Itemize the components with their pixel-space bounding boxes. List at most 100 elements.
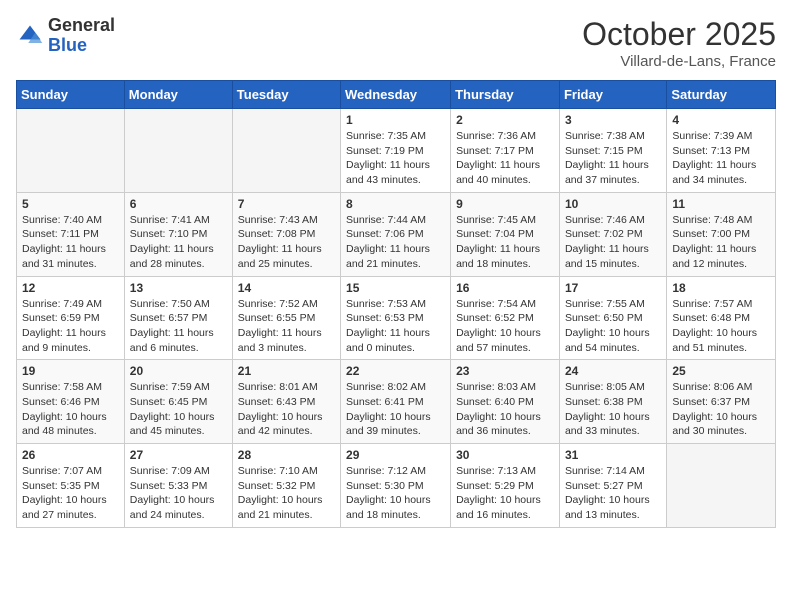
weekday-header-sunday: Sunday (17, 81, 125, 109)
calendar-cell: 25 Sunrise: 8:06 AM Sunset: 6:37 PM Dayli… (667, 360, 776, 444)
calendar-cell: 28 Sunrise: 7:10 AM Sunset: 5:32 PM Dayli… (232, 444, 340, 528)
day-info: Sunrise: 7:40 AM Sunset: 7:11 PM Dayligh… (22, 213, 119, 272)
day-number: 12 (22, 281, 119, 295)
day-info: Sunrise: 7:50 AM Sunset: 6:57 PM Dayligh… (130, 297, 227, 356)
weekday-header-row: SundayMondayTuesdayWednesdayThursdayFrid… (17, 81, 776, 109)
day-number: 21 (238, 364, 335, 378)
day-info: Sunrise: 7:43 AM Sunset: 7:08 PM Dayligh… (238, 213, 335, 272)
day-number: 9 (456, 197, 554, 211)
calendar-cell: 1 Sunrise: 7:35 AM Sunset: 7:19 PM Daylig… (341, 109, 451, 193)
day-info: Sunrise: 8:03 AM Sunset: 6:40 PM Dayligh… (456, 380, 554, 439)
logo-general-text: General (48, 16, 115, 36)
day-info: Sunrise: 7:14 AM Sunset: 5:27 PM Dayligh… (565, 464, 661, 523)
calendar-cell: 23Sunrise: 8:03 AM Sunset: 6:40 PM Dayli… (451, 360, 560, 444)
calendar-cell (667, 444, 776, 528)
day-info: Sunrise: 7:09 AM Sunset: 5:33 PM Dayligh… (130, 464, 227, 523)
weekday-header-monday: Monday (124, 81, 232, 109)
calendar-cell: 4 Sunrise: 7:39 AM Sunset: 7:13 PM Daylig… (667, 109, 776, 193)
day-number: 5 (22, 197, 119, 211)
weekday-header-saturday: Saturday (667, 81, 776, 109)
day-info: Sunrise: 7:35 AM Sunset: 7:19 PM Dayligh… (346, 129, 445, 188)
day-info: Sunrise: 7:58 AM Sunset: 6:46 PM Dayligh… (22, 380, 119, 439)
day-number: 27 (130, 448, 227, 462)
day-info: Sunrise: 7:55 AM Sunset: 6:50 PM Dayligh… (565, 297, 661, 356)
day-number: 2 (456, 113, 554, 127)
day-number: 25 (672, 364, 770, 378)
calendar-cell: 10Sunrise: 7:46 AM Sunset: 7:02 PM Dayli… (559, 192, 666, 276)
day-info: Sunrise: 7:52 AM Sunset: 6:55 PM Dayligh… (238, 297, 335, 356)
logo-icon (16, 22, 44, 50)
day-number: 24 (565, 364, 661, 378)
day-info: Sunrise: 7:49 AM Sunset: 6:59 PM Dayligh… (22, 297, 119, 356)
day-info: Sunrise: 7:13 AM Sunset: 5:29 PM Dayligh… (456, 464, 554, 523)
calendar-cell: 11 Sunrise: 7:48 AM Sunset: 7:00 PM Dayli… (667, 192, 776, 276)
calendar-cell: 29Sunrise: 7:12 AM Sunset: 5:30 PM Dayli… (341, 444, 451, 528)
day-info: Sunrise: 7:45 AM Sunset: 7:04 PM Dayligh… (456, 213, 554, 272)
day-number: 22 (346, 364, 445, 378)
month-title: October 2025 (582, 16, 776, 53)
weekday-header-wednesday: Wednesday (341, 81, 451, 109)
calendar-cell: 21 Sunrise: 8:01 AM Sunset: 6:43 PM Dayli… (232, 360, 340, 444)
calendar-cell: 12 Sunrise: 7:49 AM Sunset: 6:59 PM Dayli… (17, 276, 125, 360)
calendar-cell: 17 Sunrise: 7:55 AM Sunset: 6:50 PM Dayli… (559, 276, 666, 360)
day-number: 30 (456, 448, 554, 462)
day-number: 8 (346, 197, 445, 211)
calendar-cell: 13 Sunrise: 7:50 AM Sunset: 6:57 PM Dayli… (124, 276, 232, 360)
calendar-cell: 8Sunrise: 7:44 AM Sunset: 7:06 PM Daylig… (341, 192, 451, 276)
day-info: Sunrise: 7:39 AM Sunset: 7:13 PM Dayligh… (672, 129, 770, 188)
day-info: Sunrise: 8:05 AM Sunset: 6:38 PM Dayligh… (565, 380, 661, 439)
day-info: Sunrise: 8:06 AM Sunset: 6:37 PM Dayligh… (672, 380, 770, 439)
calendar-cell: 6 Sunrise: 7:41 AM Sunset: 7:10 PM Daylig… (124, 192, 232, 276)
day-info: Sunrise: 7:10 AM Sunset: 5:32 PM Dayligh… (238, 464, 335, 523)
day-info: Sunrise: 7:36 AM Sunset: 7:17 PM Dayligh… (456, 129, 554, 188)
calendar-cell: 31 Sunrise: 7:14 AM Sunset: 5:27 PM Dayli… (559, 444, 666, 528)
weekday-header-friday: Friday (559, 81, 666, 109)
day-number: 17 (565, 281, 661, 295)
calendar-cell: 5 Sunrise: 7:40 AM Sunset: 7:11 PM Daylig… (17, 192, 125, 276)
title-block: October 2025 Villard-de-Lans, France (582, 16, 776, 70)
day-info: Sunrise: 7:07 AM Sunset: 5:35 PM Dayligh… (22, 464, 119, 523)
calendar-cell (17, 109, 125, 193)
day-info: Sunrise: 7:48 AM Sunset: 7:00 PM Dayligh… (672, 213, 770, 272)
page-header: General Blue October 2025 Villard-de-Lan… (16, 16, 776, 70)
day-number: 16 (456, 281, 554, 295)
day-number: 1 (346, 113, 445, 127)
day-number: 14 (238, 281, 335, 295)
day-info: Sunrise: 7:59 AM Sunset: 6:45 PM Dayligh… (130, 380, 227, 439)
day-number: 28 (238, 448, 335, 462)
day-number: 10 (565, 197, 661, 211)
day-number: 13 (130, 281, 227, 295)
day-number: 31 (565, 448, 661, 462)
day-info: Sunrise: 7:12 AM Sunset: 5:30 PM Dayligh… (346, 464, 445, 523)
calendar-cell: 20 Sunrise: 7:59 AM Sunset: 6:45 PM Dayli… (124, 360, 232, 444)
calendar-cell: 26Sunrise: 7:07 AM Sunset: 5:35 PM Dayli… (17, 444, 125, 528)
day-info: Sunrise: 7:41 AM Sunset: 7:10 PM Dayligh… (130, 213, 227, 272)
calendar-cell: 18Sunrise: 7:57 AM Sunset: 6:48 PM Dayli… (667, 276, 776, 360)
logo-blue-text: Blue (48, 36, 115, 56)
calendar-week-5: 26Sunrise: 7:07 AM Sunset: 5:35 PM Dayli… (17, 444, 776, 528)
calendar-cell (124, 109, 232, 193)
calendar-week-2: 5 Sunrise: 7:40 AM Sunset: 7:11 PM Daylig… (17, 192, 776, 276)
calendar-week-4: 19Sunrise: 7:58 AM Sunset: 6:46 PM Dayli… (17, 360, 776, 444)
logo: General Blue (16, 16, 115, 56)
calendar-week-1: 1 Sunrise: 7:35 AM Sunset: 7:19 PM Daylig… (17, 109, 776, 193)
calendar-cell: 15Sunrise: 7:53 AM Sunset: 6:53 PM Dayli… (341, 276, 451, 360)
day-number: 6 (130, 197, 227, 211)
day-info: Sunrise: 7:38 AM Sunset: 7:15 PM Dayligh… (565, 129, 661, 188)
day-info: Sunrise: 7:54 AM Sunset: 6:52 PM Dayligh… (456, 297, 554, 356)
day-info: Sunrise: 8:01 AM Sunset: 6:43 PM Dayligh… (238, 380, 335, 439)
calendar-cell: 27 Sunrise: 7:09 AM Sunset: 5:33 PM Dayli… (124, 444, 232, 528)
day-number: 20 (130, 364, 227, 378)
calendar-cell: 19Sunrise: 7:58 AM Sunset: 6:46 PM Dayli… (17, 360, 125, 444)
calendar-cell: 2 Sunrise: 7:36 AM Sunset: 7:17 PM Daylig… (451, 109, 560, 193)
day-number: 3 (565, 113, 661, 127)
day-number: 11 (672, 197, 770, 211)
day-info: Sunrise: 8:02 AM Sunset: 6:41 PM Dayligh… (346, 380, 445, 439)
weekday-header-thursday: Thursday (451, 81, 560, 109)
calendar-cell: 9 Sunrise: 7:45 AM Sunset: 7:04 PM Daylig… (451, 192, 560, 276)
calendar-cell: 16 Sunrise: 7:54 AM Sunset: 6:52 PM Dayli… (451, 276, 560, 360)
day-number: 4 (672, 113, 770, 127)
calendar-cell: 14 Sunrise: 7:52 AM Sunset: 6:55 PM Dayli… (232, 276, 340, 360)
day-number: 7 (238, 197, 335, 211)
location: Villard-de-Lans, France (582, 53, 776, 70)
